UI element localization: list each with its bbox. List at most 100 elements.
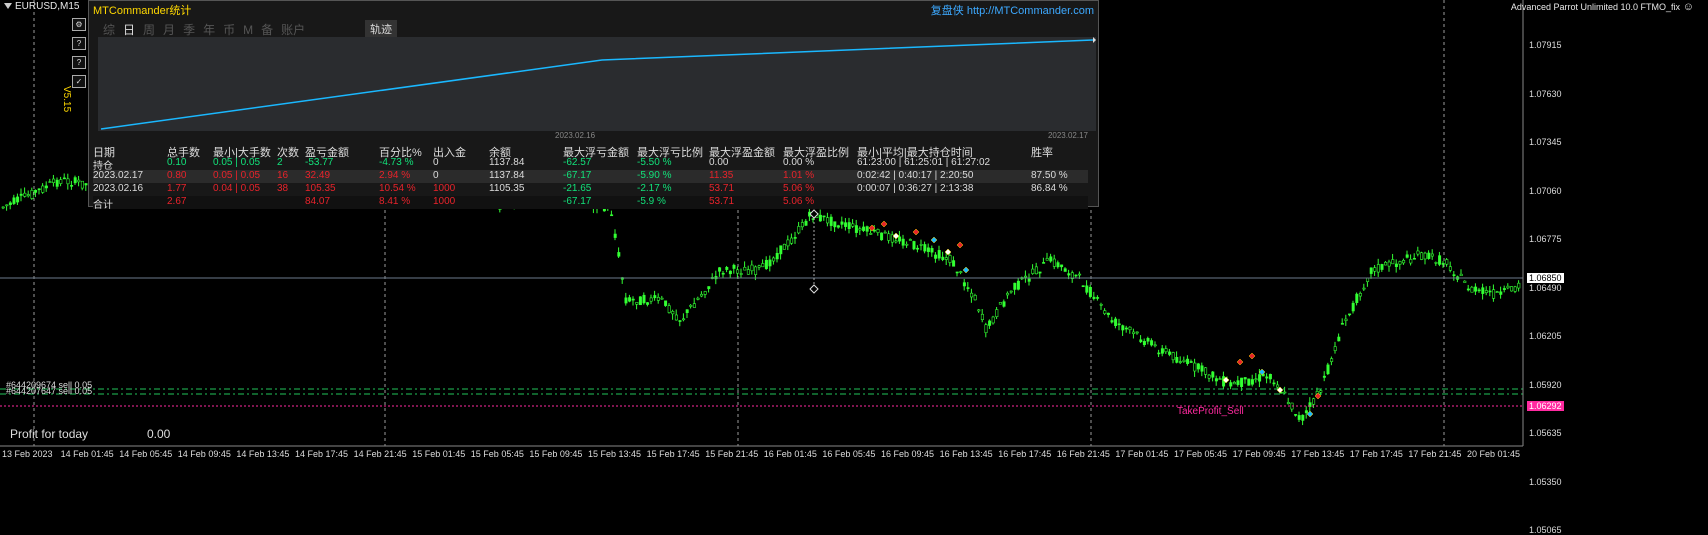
time-tick-label: 16 Feb 13:45 <box>939 449 993 459</box>
table-row: 持仓 0.10 0.05 | 0.05 2 -53.77 -4.73 % 0 1137.84-… <box>93 157 1088 172</box>
candle-body <box>1427 252 1431 259</box>
time-tick-label: 14 Feb 17:45 <box>295 449 349 459</box>
candle-body <box>84 183 88 186</box>
help-icon[interactable]: ? <box>72 37 86 50</box>
tab-period-9[interactable]: 账户 <box>281 23 305 37</box>
table-cell: 0.80 <box>167 170 187 181</box>
candle-body <box>1272 382 1276 385</box>
candle-body <box>869 233 873 235</box>
candle-body <box>923 244 927 252</box>
candle-body <box>930 248 934 253</box>
price-tick-label: 1.07345 <box>1529 137 1562 147</box>
candle-body <box>988 320 992 326</box>
candle-body <box>1495 291 1499 293</box>
table-cell: 16 <box>277 170 289 181</box>
candle-body <box>653 295 657 299</box>
candle-body <box>1258 374 1262 382</box>
candle-body <box>1078 273 1082 276</box>
candle-body <box>1387 261 1391 267</box>
table-cell: 0 <box>433 157 439 168</box>
tab-period-0[interactable]: 综 <box>103 23 115 37</box>
candle-body <box>1330 358 1334 362</box>
candle-body <box>1362 287 1366 290</box>
info-icon[interactable]: ? <box>72 56 86 69</box>
take-profit-label: TakeProfit_Sell <box>1177 406 1244 417</box>
table-cell: 0:00:07 | 0:36:27 | 2:13:38 <box>857 183 974 194</box>
candle-body <box>862 226 866 231</box>
candle-body <box>1391 259 1395 265</box>
candle-body <box>1157 352 1161 355</box>
tab-period-7[interactable]: M <box>243 23 253 37</box>
time-tick-label: 14 Feb 09:45 <box>177 449 231 459</box>
candle-body <box>631 298 635 301</box>
table-cell: -5.50 % <box>637 157 672 168</box>
price-tick-label: 1.05350 <box>1529 476 1562 487</box>
table-cell: 0.00 <box>709 157 729 168</box>
candle-body <box>1204 367 1208 375</box>
candle-body <box>1164 348 1168 353</box>
candle-body <box>718 267 722 272</box>
candle-body <box>613 233 617 238</box>
tab-period-1[interactable]: 日 <box>123 23 135 37</box>
candle-body <box>635 302 639 305</box>
table-cell: 0:02:42 | 0:40:17 | 2:20:50 <box>857 170 974 181</box>
candle-body <box>1402 260 1406 264</box>
table-cell: 0.04 | 0.05 <box>213 183 261 194</box>
candle-body <box>628 297 632 302</box>
table-cell: -5.9 % <box>637 196 666 207</box>
candle-body <box>894 240 898 243</box>
dropdown-icon[interactable] <box>4 3 12 10</box>
tab-period-3[interactable]: 月 <box>163 23 175 37</box>
candle-body <box>16 196 20 203</box>
candle-body <box>1214 378 1218 382</box>
candle-body <box>1420 252 1424 260</box>
candle-body <box>836 225 840 228</box>
trade-arrow-marker <box>1236 358 1244 366</box>
candle-body <box>1027 278 1031 282</box>
candle-body <box>1114 318 1118 326</box>
candle-body <box>1340 323 1344 325</box>
candle-body <box>1074 274 1078 277</box>
check-icon[interactable]: ✓ <box>72 75 86 88</box>
panel-side-icons: ⚙ ? ? ✓ <box>72 18 86 94</box>
candle-body <box>1474 286 1478 292</box>
candle-body <box>1081 285 1085 288</box>
candle-body <box>55 179 59 187</box>
tab-period-2[interactable]: 周 <box>143 23 155 37</box>
candle-body <box>1128 326 1132 331</box>
candle-body <box>1384 262 1388 266</box>
candle-body <box>34 189 38 193</box>
candle-body <box>1492 289 1496 299</box>
panel-link[interactable]: 复盘侠 http://MTCommander.com <box>931 2 1094 18</box>
candle-body <box>980 313 984 320</box>
table-cell: 61:23:00 | 61:25:01 | 61:27:02 <box>857 157 991 168</box>
candle-body <box>73 177 77 184</box>
price-tick-label: 1.05065 <box>1529 525 1562 535</box>
time-tick-label: 16 Feb 01:45 <box>763 449 817 459</box>
candle-body <box>1430 253 1434 257</box>
tab-period-5[interactable]: 年 <box>203 23 215 37</box>
candle-body <box>959 271 963 273</box>
candle-body <box>671 311 675 315</box>
candle-body <box>977 309 981 312</box>
tab-trajectory[interactable]: 轨迹 <box>365 20 397 38</box>
tab-period-6[interactable]: 币 <box>223 23 235 37</box>
tab-period-4[interactable]: 季 <box>183 23 195 37</box>
table-cell: 10.54 % <box>379 183 416 194</box>
tab-period-8[interactable]: 备 <box>261 23 273 37</box>
candle-body <box>1445 259 1449 265</box>
table-cell: 合计 <box>93 200 113 211</box>
candle-body <box>916 247 920 250</box>
candle-body <box>822 215 826 218</box>
candle-body <box>1405 254 1409 258</box>
candle-body <box>721 272 725 275</box>
candle-body <box>1463 280 1467 283</box>
candle-body <box>966 287 970 289</box>
candle-body <box>80 180 84 189</box>
candle-body <box>23 192 27 197</box>
candle-body <box>62 177 66 180</box>
candle-body <box>44 185 48 189</box>
candle-body <box>1182 359 1186 363</box>
candle-body <box>52 178 56 183</box>
settings-icon[interactable]: ⚙ <box>72 18 86 31</box>
